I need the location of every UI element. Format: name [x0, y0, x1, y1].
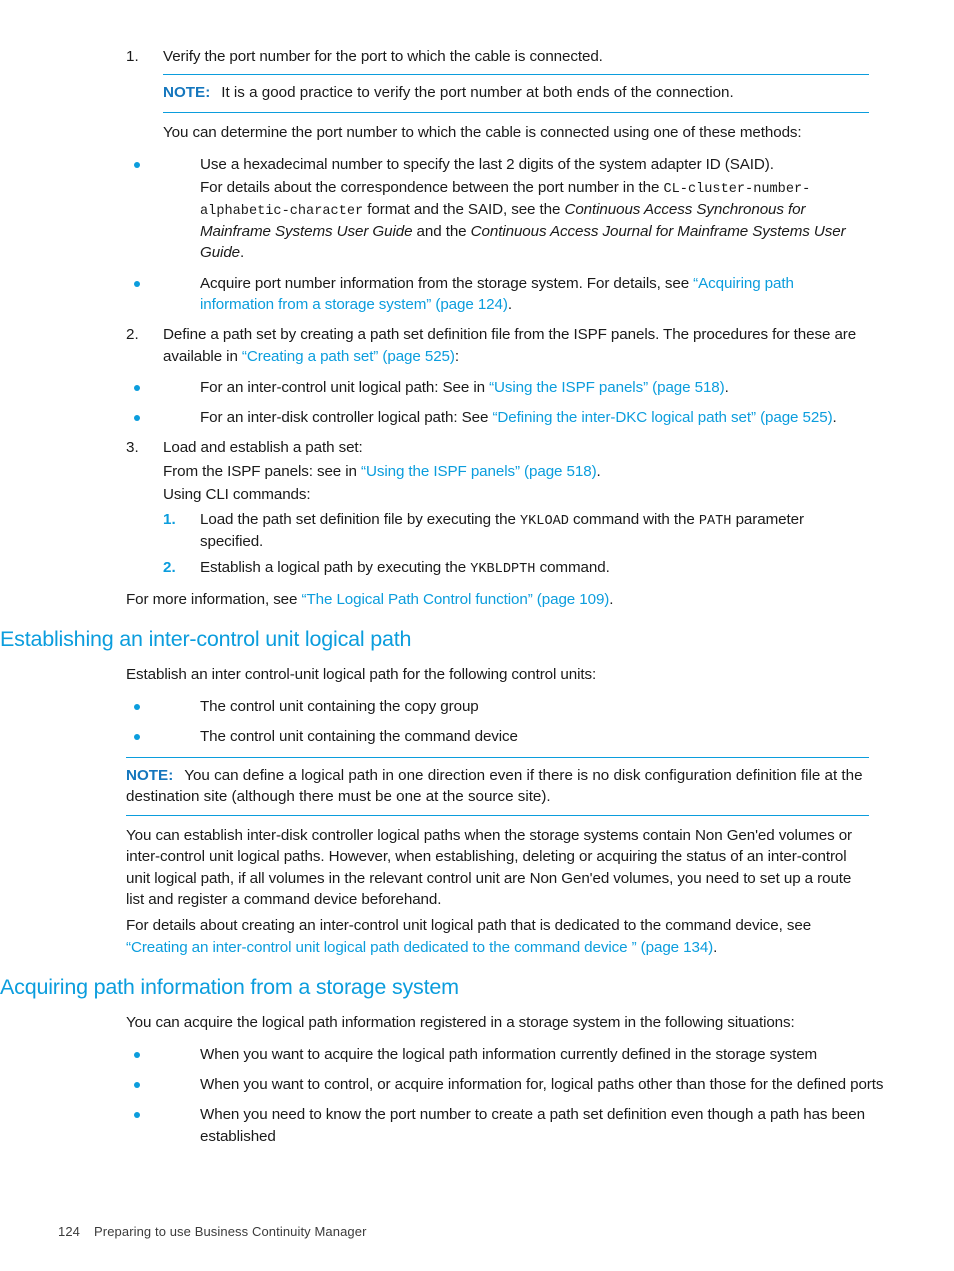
- step2-text: Define a path set by creating a path set…: [163, 324, 869, 367]
- establishing-intro-text: Establish an inter control-unit logical …: [126, 665, 597, 683]
- substep1-a: Load the path set definition file by exe…: [200, 511, 520, 529]
- acquiring-bullet-2: When you want to control, or acquire inf…: [200, 1076, 884, 1094]
- bullet-dot-icon: [134, 734, 140, 741]
- step2-bullet-2-a: For an inter-disk controller logical pat…: [200, 409, 493, 427]
- substep1-text: Load the path set definition file by exe…: [200, 509, 869, 552]
- ordered-sublist-item-2: 2. Establish a logical path by executing…: [0, 557, 954, 579]
- method1-text-b: format and the SAID, see the: [363, 201, 565, 219]
- step3-ispf-b: .: [596, 462, 601, 480]
- step2-bullet-2-text: For an inter-disk controller logical pat…: [200, 407, 869, 428]
- bullet-dot-icon: [134, 1112, 140, 1119]
- acquiring-bullet-1: When you want to acquire the logical pat…: [200, 1045, 818, 1063]
- list-marker-1: 1.: [126, 48, 139, 65]
- link-using-the-ispf-panels[interactable]: “Using the ISPF panels” (page 518): [489, 379, 725, 396]
- bullet-dot-icon: [134, 1051, 140, 1058]
- link-using-the-ispf-panels-2[interactable]: “Using the ISPF panels” (page 518): [361, 463, 597, 480]
- link-creating-a-path-set[interactable]: “Creating a path set” (page 525): [242, 348, 455, 365]
- substep2-b: command.: [535, 558, 610, 576]
- code-ykbldpth: YKBLDPTH: [470, 561, 536, 577]
- step3-ispf-line: From the ISPF panels: see in “Using the …: [163, 461, 869, 482]
- establishing-bullet-1: The control unit containing the copy gro…: [200, 697, 479, 715]
- footer-page-number: 124: [58, 1224, 80, 1239]
- ordered-list-item-3: 3. Load and establish a path set: From t…: [0, 437, 954, 505]
- step3-text: Load and establish a path set:: [163, 439, 363, 457]
- link-creating-inter-control-unit-logical-path-command-device[interactable]: “Creating an inter-control unit logical …: [126, 939, 713, 956]
- step2-bullet-1-text: For an inter-control unit logical path: …: [200, 377, 869, 398]
- establishing-paragraph-2: For details about creating an inter-cont…: [126, 915, 869, 958]
- bullet-item-step2-1: For an inter-control unit logical path: …: [0, 377, 954, 398]
- code-ykload: YKLOAD: [519, 514, 569, 530]
- ordered-list-item-2: 2. Define a path set by creating a path …: [0, 324, 954, 367]
- footer-chapter-title: Preparing to use Business Continuity Man…: [94, 1224, 367, 1239]
- sublist-marker-1: 1.: [163, 511, 176, 529]
- link-defining-inter-dkc-logical-path-set[interactable]: “Defining the inter-DKC logical path set…: [492, 409, 832, 426]
- bullet-dot-icon: [134, 703, 140, 710]
- method1-line2: For details about the correspondence bet…: [200, 177, 869, 264]
- acquiring-intro-text: You can acquire the logical path informa…: [126, 1013, 795, 1031]
- bullet-dot-icon: [134, 161, 140, 168]
- bullet-dot-icon: [134, 415, 140, 422]
- method1-line1: Use a hexadecimal number to specify the …: [200, 155, 774, 173]
- bullet-item-method-2: Acquire port number information from the…: [0, 273, 954, 316]
- ordered-sublist-item-1: 1. Load the path set definition file by …: [0, 509, 954, 552]
- ordered-list-item-1: 1. Verify the port number for the port t…: [0, 46, 954, 67]
- substep2-text: Establish a logical path by executing th…: [200, 557, 869, 579]
- establishing-para2-a: For details about creating an inter-cont…: [126, 917, 812, 935]
- list-marker-2: 2.: [126, 326, 139, 344]
- method2-text: Acquire port number information from the…: [200, 273, 869, 316]
- step3-cli-line: Using CLI commands:: [163, 486, 311, 503]
- bullet-item-step2-2: For an inter-disk controller logical pat…: [0, 407, 954, 428]
- bullet-item-establishing-1: The control unit containing the copy gro…: [0, 696, 954, 717]
- link-logical-path-control-function[interactable]: “The Logical Path Control function” (pag…: [302, 591, 610, 608]
- establishing-bullet-2: The control unit containing the command …: [200, 728, 518, 746]
- substep2-a: Establish a logical path by executing th…: [200, 558, 471, 576]
- bullet-item-acquiring-3: When you need to know the port number to…: [0, 1104, 954, 1147]
- step1-text: Verify the port number for the port to w…: [163, 48, 603, 65]
- page-content: 1. Verify the port number for the port t…: [0, 46, 954, 1156]
- methods-intro-text: You can determine the port number to whi…: [163, 123, 802, 141]
- note-box-2: NOTE: You can define a logical path in on…: [126, 756, 869, 817]
- note-box-1: NOTE: It is a good practice to verify the…: [163, 74, 869, 113]
- establishing-paragraph-1: You can establish inter-disk controller …: [126, 827, 852, 908]
- step2-bullet-1-a: For an inter-control unit logical path: …: [200, 378, 490, 396]
- bullet-dot-icon: [134, 280, 140, 287]
- more-information-text: For more information, see “The Logical P…: [126, 589, 869, 610]
- step2-text-b: :: [454, 347, 459, 365]
- method2-text-b: .: [507, 296, 512, 314]
- more-info-a: For more information, see: [126, 590, 302, 608]
- step2-bullet-2-b: .: [832, 409, 837, 427]
- more-info-b: .: [609, 590, 614, 608]
- list-marker-3: 3.: [126, 439, 139, 457]
- bullet-dot-icon: [134, 1082, 140, 1089]
- bullet-item-establishing-2: The control unit containing the command …: [0, 726, 954, 747]
- bullet-item-method-1: Use a hexadecimal number to specify the …: [0, 154, 954, 264]
- step2-bullet-1-b: .: [724, 378, 729, 396]
- note-label: NOTE:: [163, 84, 211, 102]
- acquiring-bullet-3: When you need to know the port number to…: [200, 1106, 865, 1145]
- step3-ispf-a: From the ISPF panels: see in: [163, 462, 362, 480]
- heading-establishing-inter-control-unit-logical-path: Establishing an inter-control unit logic…: [0, 626, 412, 651]
- sublist-marker-2: 2.: [163, 558, 176, 576]
- establishing-para2-b: .: [713, 938, 718, 956]
- method1-text-a: For details about the correspondence bet…: [200, 179, 664, 197]
- bullet-dot-icon: [134, 384, 140, 391]
- method1-text-d: .: [240, 244, 245, 262]
- substep1-b: command with the: [568, 511, 699, 529]
- bullet-item-acquiring-1: When you want to acquire the logical pat…: [0, 1044, 954, 1065]
- bullet-item-acquiring-2: When you want to control, or acquire inf…: [0, 1074, 954, 1095]
- page-footer: 124 Preparing to use Business Continuity …: [58, 1224, 367, 1239]
- note-text: You can define a logical path in one dir…: [126, 766, 863, 805]
- method1-text-c: and the: [412, 223, 471, 241]
- note-label: NOTE:: [126, 766, 174, 784]
- note-text: It is a good practice to verify the port…: [221, 84, 734, 102]
- method2-text-a: Acquire port number information from the…: [200, 274, 694, 292]
- code-path: PATH: [698, 514, 732, 530]
- document-page: 1. Verify the port number for the port t…: [0, 0, 954, 1271]
- heading-acquiring-path-information-from-a-storage-system: Acquiring path information from a storag…: [0, 974, 459, 999]
